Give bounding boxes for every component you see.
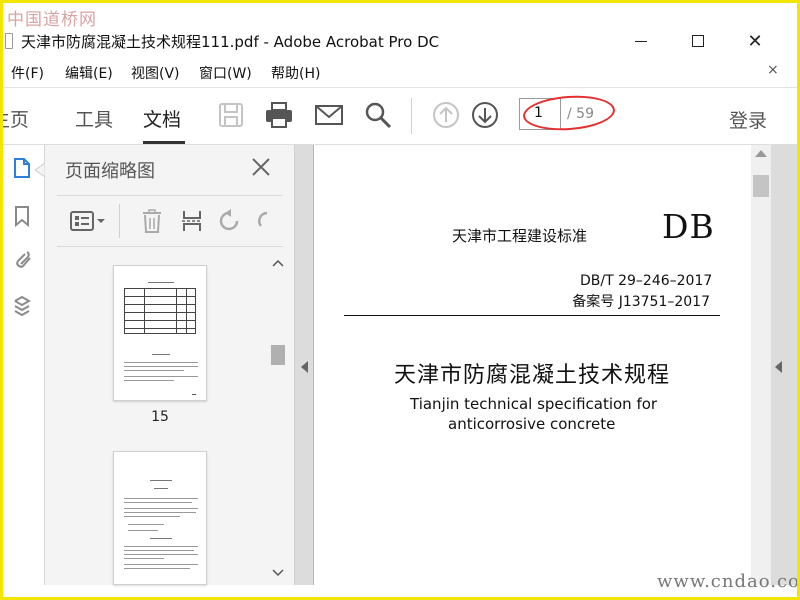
page-thumbnails-icon[interactable] — [11, 157, 33, 179]
pdf-page: 天津市工程建设标准 DB DB/T 29–246–2017 备案号 J13751… — [313, 145, 751, 585]
close-document-icon[interactable]: × — [767, 62, 779, 78]
page-thumbnail[interactable] — [113, 451, 207, 585]
minimize-icon — [635, 40, 647, 42]
application-frame: 中国道桥网 天津市防腐混凝土技术规程111.pdf - Adobe Acroba… — [0, 0, 800, 600]
menu-window[interactable]: 窗口(W) — [199, 63, 252, 83]
expand-right-pane-icon[interactable] — [775, 361, 783, 373]
record-number: 备案号 J13751–2017 — [572, 294, 710, 310]
print-icon[interactable] — [264, 100, 294, 130]
document-title-en-line1: Tianjin technical specification for — [410, 395, 658, 413]
collapse-left-icon[interactable] — [301, 361, 309, 373]
page-thumbnails-panel: 页面缩略图 15 — [45, 145, 295, 585]
delete-icon[interactable] — [139, 208, 165, 234]
login-link[interactable]: 登录 — [729, 106, 767, 133]
toolbar-separator — [411, 98, 412, 134]
tab-document[interactable]: 文档 — [143, 105, 181, 132]
document-scrollbar[interactable] — [751, 145, 771, 585]
page-thumbnail[interactable] — [113, 265, 207, 401]
minimize-button[interactable] — [621, 27, 661, 55]
watermark-top: 中国道桥网 — [7, 10, 97, 30]
thumbnail-page-label: 15 — [151, 409, 169, 425]
app-icon — [5, 33, 13, 49]
menu-file[interactable]: 件(F) — [11, 63, 44, 83]
scrollbar-thumb[interactable] — [271, 345, 285, 365]
bookmarks-icon[interactable] — [11, 205, 33, 227]
extract-icon[interactable] — [179, 208, 205, 234]
document-title-cn: 天津市防腐混凝土技术规程 — [394, 363, 671, 388]
active-tab-indicator — [143, 141, 185, 144]
search-icon[interactable] — [363, 100, 393, 130]
menu-bar: 件(F) 编辑(E) 视图(V) 窗口(W) 帮助(H) × — [3, 59, 797, 85]
window-title: 天津市防腐混凝土技术规程111.pdf - Adobe Acrobat Pro … — [21, 33, 440, 51]
scroll-down-icon[interactable] — [272, 569, 284, 577]
scrollbar-thumb[interactable] — [753, 175, 769, 197]
document-title-en-line2: anticorrosive concrete — [448, 415, 616, 433]
close-icon: ✕ — [747, 30, 763, 52]
tab-home[interactable]: 主页 — [3, 105, 29, 132]
toolbar-separator — [119, 204, 120, 238]
watermark-bottom: www.cndao.com — [657, 571, 800, 592]
close-icon[interactable] — [249, 155, 273, 179]
navigation-pane — [3, 145, 45, 585]
rotate-cw-icon[interactable] — [253, 208, 273, 234]
menu-edit[interactable]: 编辑(E) — [65, 63, 113, 83]
save-icon[interactable] — [216, 100, 246, 130]
email-icon[interactable] — [314, 100, 344, 130]
options-menu-icon[interactable] — [69, 208, 109, 234]
menu-help[interactable]: 帮助(H) — [271, 63, 320, 83]
db-mark: DB — [662, 207, 715, 246]
maximize-button[interactable] — [678, 27, 718, 55]
thumbnail-toolbar — [57, 195, 283, 247]
horizontal-rule — [344, 315, 720, 316]
maximize-icon — [692, 35, 704, 47]
scroll-up-icon[interactable] — [272, 259, 284, 267]
active-panel-pointer — [35, 163, 45, 177]
layers-icon[interactable] — [11, 295, 33, 317]
standard-number: DB/T 29–246–2017 — [580, 273, 713, 289]
standard-body-heading: 天津市工程建设标准 — [452, 227, 588, 245]
page-up-icon[interactable] — [431, 100, 461, 130]
tab-tools[interactable]: 工具 — [75, 105, 113, 132]
attachments-icon[interactable] — [11, 249, 33, 271]
title-bar: 中国道桥网 天津市防腐混凝土技术规程111.pdf - Adobe Acroba… — [3, 3, 797, 59]
thumbnail-scrollbar[interactable] — [269, 255, 285, 585]
menu-view[interactable]: 视图(V) — [131, 63, 180, 83]
page-down-icon[interactable] — [470, 100, 500, 130]
panel-title: 页面缩略图 — [65, 161, 155, 182]
scroll-up-icon[interactable] — [755, 149, 767, 157]
close-window-button[interactable]: ✕ — [735, 27, 775, 55]
rotate-ccw-icon[interactable] — [217, 208, 243, 234]
document-viewer: 天津市工程建设标准 DB DB/T 29–246–2017 备案号 J13751… — [295, 145, 797, 585]
toolbar: 主页 工具 文档 — [3, 87, 797, 145]
